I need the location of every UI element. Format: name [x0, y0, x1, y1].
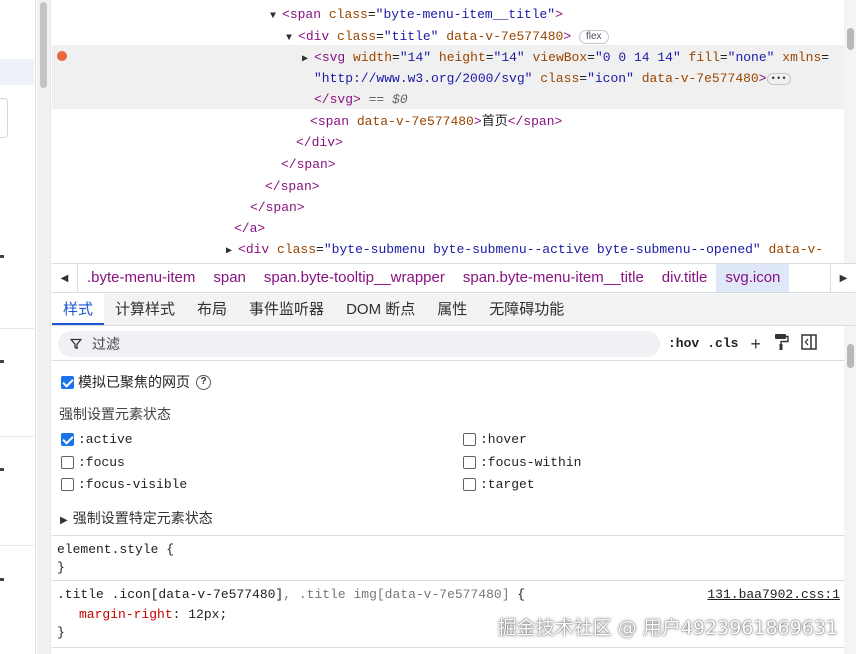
tab-layout[interactable]: 布局 [186, 294, 238, 325]
rule-selector[interactable]: element.style { [57, 540, 174, 560]
state-active[interactable]: :active [61, 432, 133, 447]
breadcrumb-item-active[interactable]: svg.icon [716, 264, 790, 292]
page-left-strip [0, 0, 36, 654]
dom-node-line-selected[interactable]: </svg> == $0 [52, 89, 844, 111]
force-state-title: 强制设置元素状态 [59, 406, 171, 422]
state-checkbox[interactable] [463, 478, 476, 491]
page-divider [0, 436, 34, 437]
breadcrumb-item[interactable]: span [204, 264, 255, 292]
breadcrumb-item[interactable]: .byte-menu-item [78, 264, 204, 292]
page-tick [0, 255, 4, 258]
state-hover[interactable]: :hover [463, 432, 527, 447]
toggle-sidebar-icon[interactable] [801, 334, 817, 353]
page-highlight [0, 59, 34, 85]
filter-input[interactable]: 过滤 [58, 330, 660, 357]
paint-roller-icon[interactable] [773, 333, 789, 354]
state-focus[interactable]: :focus [61, 455, 125, 470]
breadcrumb: ◀ .byte-menu-item span span.byte-tooltip… [52, 263, 856, 293]
scrollbar-thumb[interactable] [847, 28, 854, 50]
tab-computed[interactable]: 计算样式 [104, 294, 186, 325]
hov-button[interactable]: :hov [668, 336, 699, 351]
state-checkbox[interactable] [463, 433, 476, 446]
stylesheet-source-link[interactable]: 131.baa7902.css:1 [707, 587, 840, 602]
page-tick [0, 578, 4, 581]
page-divider [0, 328, 34, 329]
scrollbar-thumb[interactable] [40, 2, 47, 88]
rule-close-brace: } [57, 625, 65, 640]
collapse-triangle-icon[interactable]: ▼ [270, 6, 282, 28]
state-focus-visible[interactable]: :focus-visible [61, 477, 187, 492]
styles-toolbar: 过滤 :hov .cls + [52, 327, 844, 361]
breadcrumb-item[interactable]: div.title [653, 264, 717, 292]
rule-close-brace: } [57, 560, 65, 575]
breadcrumb-scroll-left-icon[interactable]: ◀ [52, 264, 78, 292]
cls-button[interactable]: .cls [707, 336, 738, 351]
rule-declaration[interactable]: margin-right: 12px; [79, 605, 227, 625]
new-style-rule-plus-icon[interactable]: + [750, 335, 761, 353]
breadcrumb-scroll-right-icon[interactable]: ▶ [830, 264, 856, 292]
flex-badge[interactable]: flex [578, 29, 609, 44]
page-element-box [0, 98, 8, 138]
force-specific-state-toggle[interactable]: ▶ 强制设置特定元素状态 [60, 508, 213, 528]
emulate-focused-page-row[interactable]: 模拟已聚焦的网页 ? [61, 372, 211, 392]
element-style-rule[interactable]: element.style { } [52, 537, 844, 581]
dom-node-line[interactable]: </a> [52, 218, 844, 240]
dom-node-line[interactable]: </span> [52, 154, 844, 176]
left-scrollbar[interactable] [37, 0, 51, 654]
dom-node-line[interactable]: ▼ <div class="title" data-v-7e577480> fle… [52, 26, 844, 48]
state-checkbox[interactable] [463, 456, 476, 469]
tab-styles[interactable]: 样式 [52, 294, 105, 325]
emulate-focused-page-label: 模拟已聚焦的网页 [78, 374, 190, 390]
expand-triangle-icon: ▶ [60, 515, 68, 526]
breadcrumb-item[interactable]: span.byte-tooltip__wrapper [255, 264, 454, 292]
force-state-panel: 模拟已聚焦的网页 ? 强制设置元素状态 :active :hover :focu… [52, 362, 844, 536]
rule-selector[interactable]: .title .icon[data-v-7e577480], .title im… [57, 585, 525, 605]
state-checkbox[interactable] [61, 433, 74, 446]
dom-node-line[interactable]: ▶ <div class="byte-submenu byte-submenu--… [52, 239, 844, 261]
sidebar-tabs: 样式 计算样式 布局 事件监听器 DOM 断点 属性 无障碍功能 [52, 294, 856, 326]
dom-node-line[interactable]: </span> [52, 197, 844, 219]
right-scrollbar[interactable] [844, 0, 856, 654]
expand-triangle-icon[interactable]: ▶ [226, 241, 238, 262]
tab-dom-breakpoints[interactable]: DOM 断点 [335, 294, 426, 325]
state-target[interactable]: :target [463, 477, 535, 492]
dom-node-line[interactable]: </div> [52, 132, 844, 154]
filter-placeholder: 过滤 [92, 335, 120, 352]
watermark: 掘金技术社区 @ 用户4923961869631 [497, 617, 838, 639]
dom-node-line-selected[interactable]: ▶ <svg width="14" height="14" viewBox="0 … [52, 47, 844, 69]
dom-node-line[interactable]: </span> [52, 176, 844, 198]
tab-accessibility[interactable]: 无障碍功能 [478, 294, 575, 325]
state-checkbox[interactable] [61, 478, 74, 491]
state-focus-within[interactable]: :focus-within [463, 455, 581, 470]
page-tick [0, 468, 4, 471]
breadcrumb-item[interactable]: span.byte-menu-item__title [454, 264, 653, 292]
page-divider [0, 545, 34, 546]
scrollbar-thumb[interactable] [847, 344, 854, 368]
page-tick [0, 360, 4, 363]
elements-dom-tree[interactable]: ▼ <span class="byte-menu-item__title"> ▼ <… [52, 0, 844, 262]
tab-properties[interactable]: 属性 [426, 294, 478, 325]
state-checkbox[interactable] [61, 456, 74, 469]
help-icon[interactable]: ? [196, 374, 211, 390]
filter-icon [70, 338, 82, 349]
emulate-focused-page-checkbox[interactable] [61, 375, 74, 389]
more-ellipsis-icon[interactable]: ••• [766, 72, 791, 85]
dom-node-line[interactable]: <span data-v-7e577480>首页</span> [52, 111, 844, 133]
dom-node-line[interactable]: ▼ <span class="byte-menu-item__title"> [52, 4, 844, 26]
dom-node-line-selected[interactable]: "http://www.w3.org/2000/svg" class="icon… [52, 68, 844, 90]
tab-event-listeners[interactable]: 事件监听器 [238, 294, 335, 325]
